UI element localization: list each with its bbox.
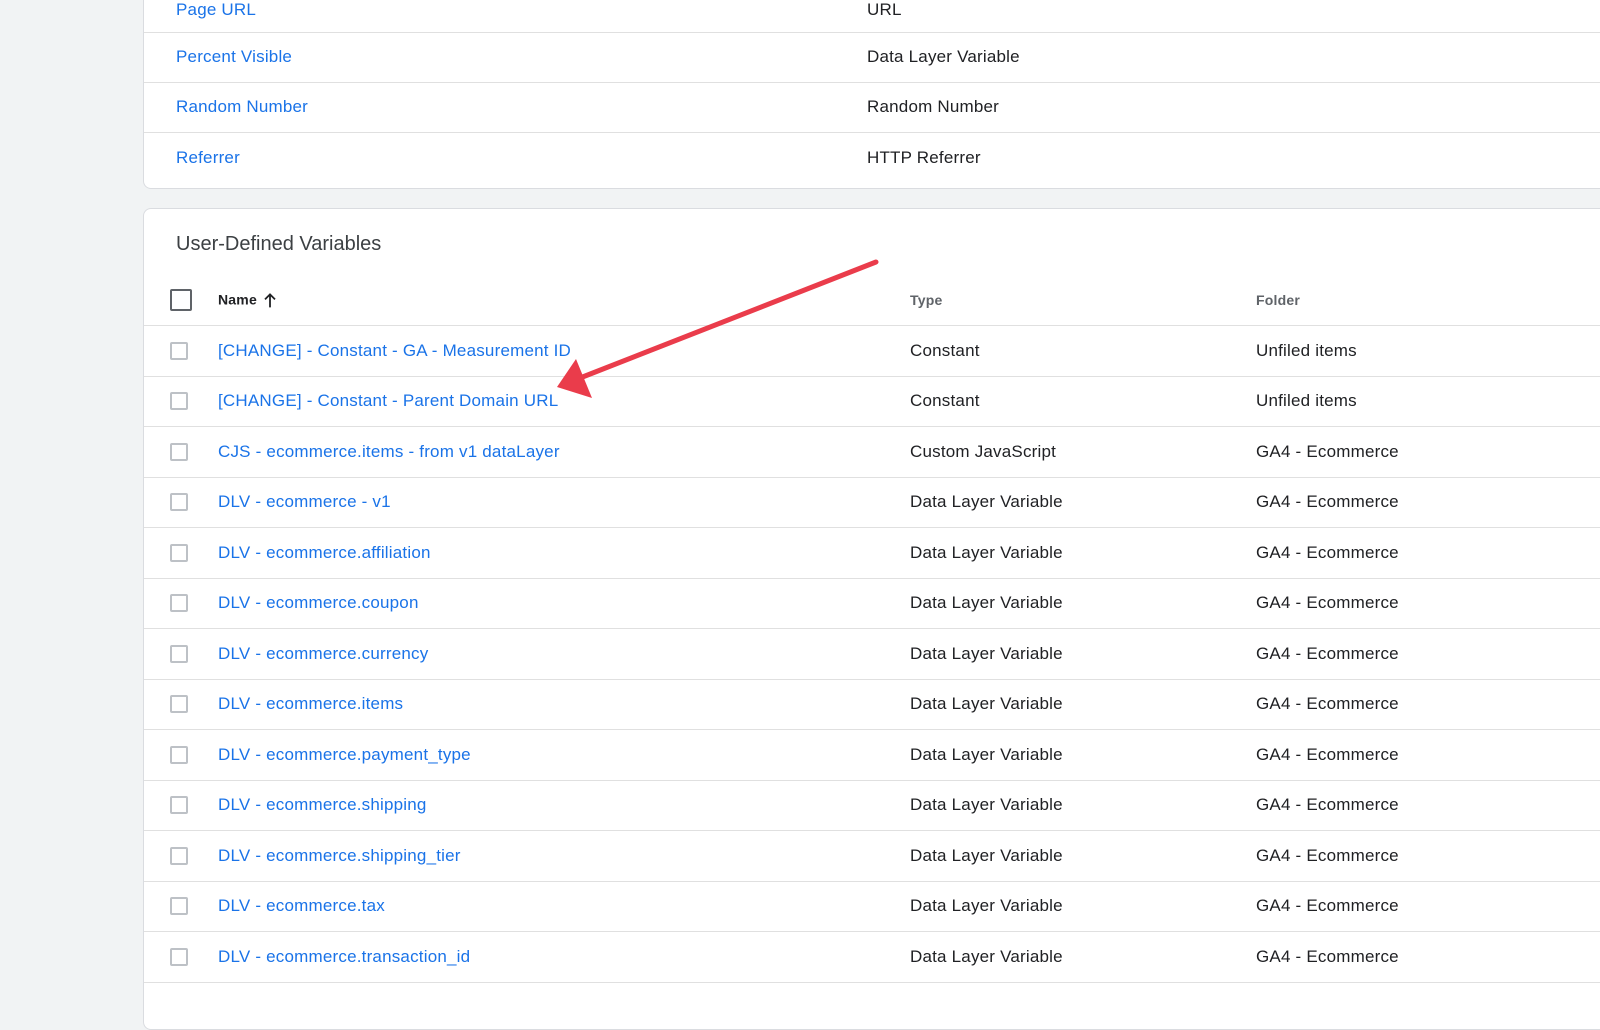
table-row[interactable]: DLV - ecommerce - v1 Data Layer Variable G… <box>144 478 1600 528</box>
variable-type: URL <box>867 0 902 19</box>
column-header-type[interactable]: Type <box>910 292 942 308</box>
variable-name-link[interactable]: DLV - ecommerce.shipping <box>218 795 427 815</box>
variable-name-link[interactable]: DLV - ecommerce.coupon <box>218 593 419 613</box>
arrow-up-icon[interactable] <box>263 293 277 309</box>
variable-folder: GA4 - Ecommerce <box>1256 643 1399 663</box>
table-row[interactable]: DLV - ecommerce.shipping_tier Data Layer … <box>144 831 1600 882</box>
variable-name-link[interactable]: DLV - ecommerce - v1 <box>218 492 391 512</box>
variable-name-link[interactable]: DLV - ecommerce.transaction_id <box>218 947 470 967</box>
variable-type: Data Layer Variable <box>867 47 1020 66</box>
variable-type: Data Layer Variable <box>910 896 1063 916</box>
variable-name-link[interactable]: [CHANGE] - Constant - GA - Measurement I… <box>218 341 571 361</box>
table-row[interactable]: DLV - ecommerce.payment_type Data Layer V… <box>144 730 1600 781</box>
variable-name-link[interactable]: CJS - ecommerce.items - from v1 dataLaye… <box>218 442 560 462</box>
variable-type: Data Layer Variable <box>910 845 1063 865</box>
row-checkbox[interactable] <box>170 594 188 613</box>
table-row[interactable]: DLV - ecommerce.coupon Data Layer Variabl… <box>144 579 1600 629</box>
table-header: Name Type Folder <box>144 275 1600 326</box>
variable-type: Data Layer Variable <box>910 744 1063 764</box>
variable-folder: GA4 - Ecommerce <box>1256 845 1399 865</box>
row-checkbox[interactable] <box>170 846 188 865</box>
variable-name-link[interactable]: DLV - ecommerce.items <box>218 694 403 714</box>
table-row[interactable]: Referrer HTTP Referrer <box>144 133 1600 183</box>
variable-type: Random Number <box>867 97 1000 116</box>
variable-folder: GA4 - Ecommerce <box>1256 593 1399 613</box>
row-checkbox[interactable] <box>170 796 188 815</box>
variable-name-link[interactable]: DLV - ecommerce.affiliation <box>218 543 431 563</box>
user-defined-variables-card: User-Defined Variables Name Type Folder … <box>143 208 1600 1030</box>
variable-name-link[interactable]: Percent Visible <box>176 47 292 67</box>
variable-name-link[interactable]: DLV - ecommerce.tax <box>218 896 385 916</box>
row-checkbox[interactable] <box>170 897 188 916</box>
row-checkbox[interactable] <box>170 644 188 663</box>
variable-folder: GA4 - Ecommerce <box>1256 441 1399 461</box>
variable-type: Data Layer Variable <box>910 694 1063 714</box>
variable-folder: GA4 - Ecommerce <box>1256 744 1399 764</box>
table-row[interactable]: [CHANGE] - Constant - Parent Domain URL C… <box>144 377 1600 427</box>
variable-folder: GA4 - Ecommerce <box>1256 795 1399 815</box>
table-row[interactable]: Random Number Random Number <box>144 82 1600 133</box>
variable-name-link[interactable]: Referrer <box>176 148 240 168</box>
variable-type: Data Layer Variable <box>910 946 1063 966</box>
table-row[interactable]: DLV - ecommerce.currency Data Layer Varia… <box>144 629 1600 680</box>
row-checkbox[interactable] <box>170 543 188 562</box>
card-title: User-Defined Variables <box>176 233 382 255</box>
table-row[interactable]: DLV - ecommerce.affiliation Data Layer Va… <box>144 528 1600 579</box>
row-checkbox[interactable] <box>170 392 188 411</box>
table-row[interactable]: [CHANGE] - Constant - GA - Measurement I… <box>144 326 1600 377</box>
variable-name-link[interactable]: DLV - ecommerce.currency <box>218 644 428 664</box>
variable-folder: GA4 - Ecommerce <box>1256 492 1399 512</box>
variable-type: Data Layer Variable <box>910 795 1063 815</box>
built-in-variables-card: Page URL URL Percent Visible Data Layer … <box>143 0 1600 189</box>
variable-name-link[interactable]: Page URL <box>176 0 256 20</box>
variable-type: HTTP Referrer <box>867 148 981 167</box>
variable-type: Constant <box>910 391 980 411</box>
row-checkbox[interactable] <box>170 695 188 714</box>
table-row[interactable]: DLV - ecommerce.tax Data Layer Variable GA… <box>144 882 1600 932</box>
variable-folder: Unfiled items <box>1256 340 1357 360</box>
table-row[interactable]: DLV - ecommerce.shipping Data Layer Varia… <box>144 781 1600 831</box>
variable-name-link[interactable]: [CHANGE] - Constant - Parent Domain URL <box>218 391 558 411</box>
table-row[interactable]: Percent Visible Data Layer Variable <box>144 32 1600 83</box>
variable-type: Data Layer Variable <box>910 542 1063 562</box>
variable-type: Constant <box>910 340 980 360</box>
variable-folder: GA4 - Ecommerce <box>1256 946 1399 966</box>
variable-folder: Unfiled items <box>1256 391 1357 411</box>
variable-folder: GA4 - Ecommerce <box>1256 896 1399 916</box>
table-row[interactable]: DLV - ecommerce.transaction_id Data Layer… <box>144 932 1600 983</box>
variable-name-link[interactable]: DLV - ecommerce.shipping_tier <box>218 846 461 866</box>
variable-type: Custom JavaScript <box>910 441 1057 461</box>
row-checkbox[interactable] <box>170 947 188 966</box>
variable-type: Data Layer Variable <box>910 593 1063 613</box>
table-row[interactable]: DLV - ecommerce.items Data Layer Variable… <box>144 680 1600 730</box>
column-header-name[interactable]: Name <box>218 291 277 308</box>
variable-folder: GA4 - Ecommerce <box>1256 694 1399 714</box>
select-all-checkbox[interactable] <box>170 289 192 311</box>
variable-name-link[interactable]: DLV - ecommerce.payment_type <box>218 745 471 765</box>
variable-name-link[interactable]: Random Number <box>176 97 308 117</box>
row-checkbox[interactable] <box>170 745 188 764</box>
table-row[interactable]: Page URL URL <box>144 0 1600 33</box>
variable-folder: GA4 - Ecommerce <box>1256 542 1399 562</box>
row-checkbox[interactable] <box>170 442 188 461</box>
variable-type: Data Layer Variable <box>910 643 1063 663</box>
row-checkbox[interactable] <box>170 341 188 360</box>
variable-type: Data Layer Variable <box>910 492 1063 512</box>
row-checkbox[interactable] <box>170 493 188 512</box>
column-header-folder[interactable]: Folder <box>1256 292 1300 308</box>
table-row[interactable]: CJS - ecommerce.items - from v1 dataLaye… <box>144 427 1600 478</box>
